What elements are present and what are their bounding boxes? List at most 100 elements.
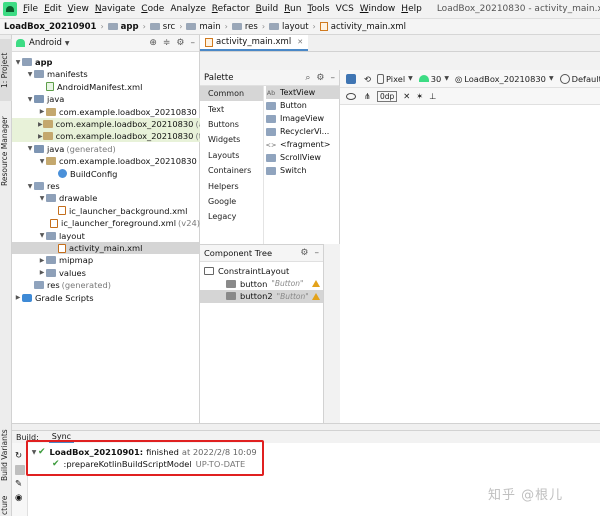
tree-item[interactable]: ▼ app	[12, 56, 200, 68]
menu-refactor[interactable]: Refactor	[209, 4, 253, 14]
palette-widget[interactable]: Ab TextView	[266, 86, 340, 99]
minimize-icon[interactable]: –	[315, 248, 320, 258]
eye-icon[interactable]: ◉	[15, 493, 25, 503]
palette-category-widgets[interactable]: Widgets	[200, 132, 263, 147]
view-options-button[interactable]	[346, 92, 358, 100]
tree-item[interactable]: ic_launcher_foreground.xml (v24)	[12, 217, 200, 229]
chevron-down-icon[interactable]: ▼	[26, 71, 34, 78]
collapse-all-icon[interactable]: ≑	[163, 38, 171, 48]
tree-item[interactable]: ▶ Gradle Scripts	[12, 292, 200, 304]
tree-item[interactable]: ▼ manifests	[12, 68, 200, 80]
gear-icon[interactable]: ⚙	[176, 38, 184, 48]
chevron-right-icon[interactable]: ▶	[38, 269, 46, 276]
menu-analyze[interactable]: Analyze	[167, 4, 208, 14]
chevron-right-icon[interactable]: ▶	[38, 133, 43, 140]
tree-item[interactable]: ▶ com.example.loadbox_20210830	[12, 106, 200, 118]
palette-category-google[interactable]: Google	[200, 194, 263, 209]
palette-widget[interactable]: ImageView	[266, 112, 340, 125]
tree-item[interactable]: ▼ java	[12, 93, 200, 105]
chevron-down-icon[interactable]: ▼	[26, 183, 34, 190]
warning-icon[interactable]	[312, 292, 320, 300]
project-tool-tab[interactable]: 1: Project	[0, 39, 12, 101]
stop-icon[interactable]	[15, 465, 25, 475]
tree-item[interactable]: BuildConfig	[12, 168, 200, 180]
breadcrumb-res[interactable]: res	[231, 22, 258, 32]
tree-item[interactable]: ▶ values	[12, 267, 200, 279]
minimize-icon[interactable]: –	[191, 38, 196, 48]
component-tree-item[interactable]: ConstraintLayout	[200, 265, 323, 278]
menu-view[interactable]: View	[65, 4, 92, 14]
locate-icon[interactable]: ⊕	[149, 38, 157, 48]
tree-item[interactable]: ▼ drawable	[12, 192, 200, 204]
component-tree-item[interactable]: button2 "Button"	[200, 290, 323, 303]
breadcrumb-file[interactable]: activity_main.xml	[319, 22, 406, 32]
menu-run[interactable]: Run	[281, 4, 304, 14]
structure-tab[interactable]: cture	[0, 493, 12, 516]
chevron-down-icon[interactable]: ▼	[14, 59, 22, 66]
palette-widget[interactable]: <> <fragment>	[266, 138, 340, 151]
chevron-down-icon[interactable]: ▼	[26, 145, 34, 152]
menu-build[interactable]: Build	[253, 4, 282, 14]
chevron-right-icon[interactable]: ▶	[38, 257, 46, 264]
palette-category-containers[interactable]: Containers	[200, 163, 263, 178]
menu-file[interactable]: File	[20, 4, 41, 14]
warning-icon[interactable]	[312, 280, 320, 288]
guidelines-button[interactable]: ⊥	[429, 91, 436, 101]
component-tree-item[interactable]: button "Button"	[200, 278, 323, 291]
breadcrumb-project[interactable]: LoadBox_20210901	[4, 22, 96, 32]
tree-item[interactable]: ▶ mipmap	[12, 254, 200, 266]
menu-code[interactable]: Code	[138, 4, 167, 14]
clear-constraints-button[interactable]: ✕	[403, 91, 410, 101]
design-canvas[interactable]	[340, 105, 600, 423]
chevron-down-icon[interactable]: ▼	[26, 96, 34, 103]
menu-navigate[interactable]: Navigate	[92, 4, 138, 14]
pin-icon[interactable]: ✎	[15, 479, 25, 489]
build-variants-tab[interactable]: Build Variants	[0, 427, 12, 483]
tree-item[interactable]: ▼ res	[12, 180, 200, 192]
tree-item[interactable]: res (generated)	[12, 279, 200, 291]
gear-icon[interactable]: ⚙	[316, 73, 324, 83]
palette-category-legacy[interactable]: Legacy	[200, 209, 263, 224]
palette-widget[interactable]: Switch	[266, 164, 340, 177]
chevron-down-icon[interactable]: ▼	[38, 232, 46, 239]
breadcrumb-layout[interactable]: layout	[269, 22, 309, 32]
minimize-icon[interactable]: –	[331, 73, 336, 83]
palette-widget[interactable]: Button	[266, 99, 340, 112]
tree-item[interactable]: ▼ com.example.loadbox_20210830	[12, 155, 200, 167]
panel-divider[interactable]	[12, 423, 600, 430]
resource-manager-tab[interactable]: Resource Manager	[0, 107, 12, 195]
editor-tab-activity-main[interactable]: activity_main.xml ✕	[200, 35, 309, 51]
api-selector[interactable]: 30 ▼	[418, 74, 449, 84]
chevron-down-icon[interactable]: ▼	[38, 195, 46, 202]
chevron-down-icon[interactable]: ▼	[38, 158, 46, 165]
search-icon[interactable]: ⌕	[305, 73, 310, 83]
menu-window[interactable]: Window	[357, 4, 399, 14]
autoconnect-button[interactable]: ⋔	[364, 91, 371, 101]
breadcrumb-main[interactable]: main	[186, 22, 221, 32]
tree-item[interactable]: ic_launcher_background.xml	[12, 205, 200, 217]
restart-icon[interactable]: ↻	[15, 451, 25, 461]
breadcrumb-src[interactable]: src	[149, 22, 175, 32]
palette-category-buttons[interactable]: Buttons	[200, 117, 263, 132]
tree-item[interactable]: activity_main.xml	[12, 242, 200, 254]
menu-tools[interactable]: Tools	[304, 4, 332, 14]
infer-constraints-button[interactable]: ✶	[416, 91, 423, 101]
menu-help[interactable]: Help	[398, 4, 425, 14]
default-margin-button[interactable]: 0dp	[376, 90, 398, 102]
chevron-right-icon[interactable]: ▶	[38, 108, 46, 115]
tree-item[interactable]: ▼ layout	[12, 230, 200, 242]
close-icon[interactable]: ✕	[297, 38, 303, 46]
theme-selector[interactable]: ◎ LoadBox_20210830 ▼	[455, 74, 554, 84]
palette-widget[interactable]: RecyclerVi...	[266, 125, 340, 138]
tree-item[interactable]: ▶com.example.loadbox_20210830(andro	[12, 118, 223, 130]
project-view-selector[interactable]: Android ▼	[16, 38, 70, 48]
breadcrumb-app[interactable]: app	[107, 22, 139, 32]
design-surface-button[interactable]	[346, 73, 358, 84]
locale-selector[interactable]: Default	[559, 73, 600, 84]
tree-item[interactable]: ▶com.example.loadbox_20210830(test)	[12, 130, 218, 143]
orientation-button[interactable]: ⟲	[364, 74, 371, 84]
menu-edit[interactable]: Edit	[41, 4, 64, 14]
palette-category-layouts[interactable]: Layouts	[200, 148, 263, 163]
chevron-right-icon[interactable]: ▶	[14, 294, 22, 301]
menu-vcs[interactable]: VCS	[333, 4, 357, 14]
